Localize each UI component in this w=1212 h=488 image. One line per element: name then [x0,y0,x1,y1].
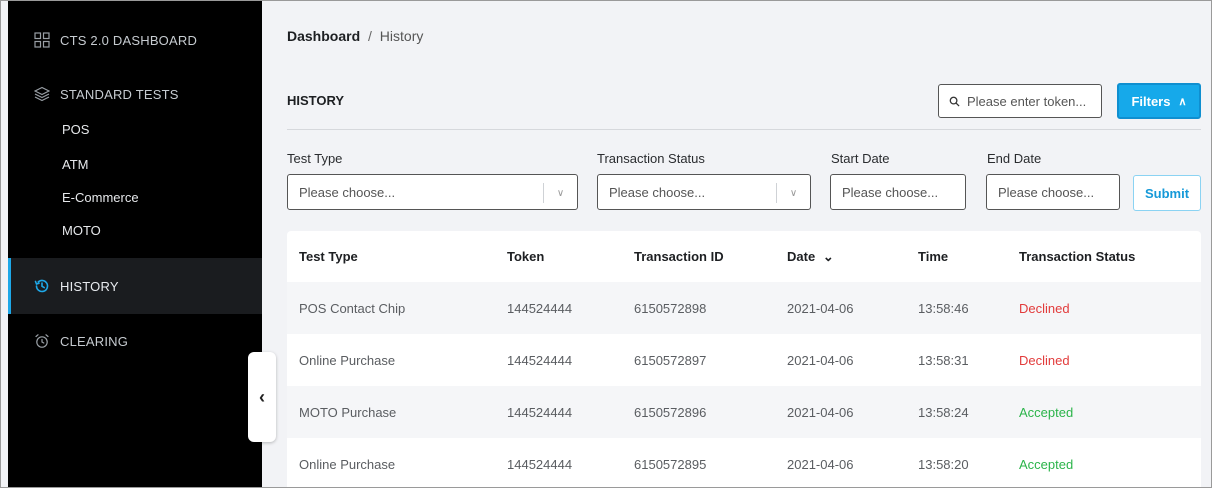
table-row[interactable]: POS Contact Chip 144524444 6150572898 20… [287,282,1201,334]
column-header-token[interactable]: Token [507,249,544,264]
chevron-up-icon: ∧ [1178,95,1187,108]
cell-date: 2021-04-06 [787,352,854,368]
layers-icon [34,86,50,102]
column-header-time[interactable]: Time [918,249,948,264]
status-label: Transaction Status [597,151,705,166]
sidebar-item-history[interactable]: HISTORY [8,258,262,314]
cell-transaction-id: 6150572895 [634,456,707,472]
cell-test-type: POS Contact Chip [299,300,406,316]
cell-transaction-id: 6150572897 [634,352,707,368]
table-row[interactable]: Online Purchase 144524444 6150572895 202… [287,438,1201,487]
test-type-label: Test Type [287,151,343,166]
sidebar-item-dashboard[interactable]: CTS 2.0 DASHBOARD [8,12,262,68]
alarm-clock-icon [34,333,50,349]
breadcrumb-current: History [379,28,424,44]
divider [287,129,1201,130]
cell-status: Accepted [1019,404,1074,420]
cell-transaction-id: 6150572898 [634,300,707,316]
table-row[interactable]: Online Purchase 144524444 6150572897 202… [287,334,1201,386]
cell-time: 13:58:20 [918,456,969,472]
cell-status: Accepted [1019,456,1074,472]
cell-token: 144524444 [507,404,573,420]
page-title: HISTORY [287,93,345,108]
sidebar-subitem-pos[interactable]: POS [62,122,89,137]
search-box[interactable] [938,84,1102,118]
cell-token: 144524444 [507,352,573,368]
sidebar-item-clearing[interactable]: CLEARING [8,313,262,369]
main-content: Dashboard / History HISTORY Filters ∧ Te… [262,1,1211,487]
test-type-value: Please choose... [299,184,396,200]
cell-time: 13:58:31 [918,352,969,368]
status-value: Please choose... [609,184,706,200]
app-frame: CTS 2.0 DASHBOARD STANDARD TESTS POS ATM… [0,0,1212,488]
breadcrumb-root[interactable]: Dashboard [287,28,360,44]
end-date-value: Please choose... [998,184,1095,200]
table-row[interactable]: MOTO Purchase 144524444 6150572896 2021-… [287,386,1201,438]
sidebar: CTS 2.0 DASHBOARD STANDARD TESTS POS ATM… [8,1,262,487]
column-header-test-type[interactable]: Test Type [299,249,358,264]
cell-transaction-id: 6150572896 [634,404,707,420]
search-icon [949,96,960,107]
sidebar-subitem-moto[interactable]: MOTO [62,223,101,238]
cell-date: 2021-04-06 [787,456,854,472]
sidebar-subitem-ecommerce[interactable]: E-Commerce [62,190,139,205]
end-date-field[interactable]: Please choose... [986,174,1120,210]
cell-status: Declined [1019,300,1070,316]
grid-icon [34,32,50,48]
column-header-date-label: Date [787,248,816,264]
sidebar-subitem-atm[interactable]: ATM [62,157,88,172]
status-select[interactable]: Please choose... ∨ [597,174,811,210]
filters-button[interactable]: Filters ∧ [1117,83,1201,119]
sidebar-item-label: CLEARING [60,333,129,349]
table-header: Test Type Token Transaction ID Date ⌄ Ti… [287,231,1201,282]
start-date-value: Please choose... [842,184,939,200]
cell-date: 2021-04-06 [787,404,854,420]
cell-time: 13:58:24 [918,404,969,420]
column-header-transaction-id[interactable]: Transaction ID [634,249,724,264]
cell-status: Declined [1019,352,1070,368]
search-input[interactable] [967,93,1097,109]
cell-token: 144524444 [507,456,573,472]
cell-date: 2021-04-06 [787,300,854,316]
cell-time: 13:58:46 [918,300,969,316]
history-table: Test Type Token Transaction ID Date ⌄ Ti… [287,231,1201,487]
cell-token: 144524444 [507,300,573,316]
start-date-label: Start Date [831,151,890,166]
sidebar-item-label: STANDARD TESTS [60,86,179,102]
end-date-label: End Date [987,151,1042,166]
test-type-select[interactable]: Please choose... ∨ [287,174,578,210]
start-date-field[interactable]: Please choose... [830,174,966,210]
cell-test-type: MOTO Purchase [299,404,397,420]
chevron-down-icon: ∨ [776,183,810,203]
cell-test-type: Online Purchase [299,352,396,368]
sort-down-icon: ⌄ [822,248,834,264]
sidebar-item-standard-tests[interactable]: STANDARD TESTS [8,66,262,122]
sidebar-item-label: HISTORY [60,278,119,294]
history-icon [34,278,50,294]
breadcrumb: Dashboard / History [287,28,423,44]
sidebar-item-label: CTS 2.0 DASHBOARD [60,32,198,48]
cell-test-type: Online Purchase [299,456,396,472]
breadcrumb-separator: / [368,28,372,44]
submit-button[interactable]: Submit [1133,175,1201,211]
chevron-down-icon: ∨ [543,183,577,203]
column-header-date[interactable]: Date ⌄ [787,249,834,265]
column-header-status[interactable]: Transaction Status [1019,249,1135,264]
filters-button-label: Filters [1131,93,1171,109]
